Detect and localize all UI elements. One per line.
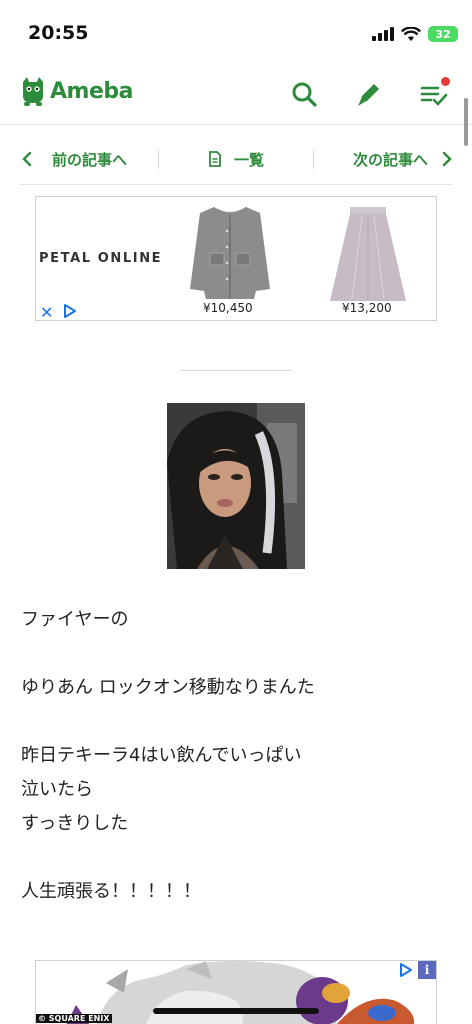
article-list-label: 一覧 <box>233 150 264 169</box>
reading-list-button[interactable] <box>420 77 450 108</box>
ameba-logo[interactable]: Ameba <box>20 76 133 106</box>
write-button[interactable] <box>355 80 383 108</box>
article-text-line: ファイヤーの <box>21 609 129 630</box>
ad-price: ¥10,450 <box>203 301 253 315</box>
pencil-icon <box>358 84 379 106</box>
home-indicator[interactable] <box>153 1008 319 1014</box>
logo-text: Ameba <box>50 78 133 104</box>
search-button[interactable] <box>290 80 318 108</box>
status-bar: 20:55 32 <box>0 0 472 64</box>
article-text-line: すっきりした <box>21 813 129 834</box>
cardigan-image[interactable] <box>184 203 276 303</box>
article-text-line: 昨日テキーラ4はい飲んでいっぱい <box>21 745 302 766</box>
content-divider <box>181 370 291 371</box>
article-list-link[interactable]: 一覧 <box>159 149 313 170</box>
notification-dot <box>441 77 450 86</box>
skirt-image[interactable] <box>326 205 410 303</box>
ad-close-icon[interactable]: ✕ <box>40 303 53 322</box>
battery-indicator: 32 <box>428 26 458 42</box>
article-photo[interactable] <box>167 403 305 569</box>
article-text-line: 泣いたら <box>21 779 93 800</box>
ad-price: ¥13,200 <box>342 301 392 315</box>
article-text-line: ゆりあん ロックオン移動なりまんた <box>21 677 315 698</box>
search-icon <box>292 82 317 107</box>
next-article-link[interactable]: 次の記事へ <box>314 149 452 170</box>
document-icon <box>209 151 221 167</box>
status-time: 20:55 <box>28 22 89 44</box>
next-article-label: 次の記事へ <box>352 150 428 169</box>
article-text-line: 人生頑張る！！！！！ <box>21 881 201 902</box>
ameba-mascot-icon <box>23 77 43 106</box>
status-icons: 32 <box>372 24 458 44</box>
wifi-icon <box>401 26 421 41</box>
signal-icon <box>372 27 394 41</box>
adchoices-icon[interactable] <box>398 962 414 978</box>
prev-article-link[interactable]: 前の記事へ <box>20 149 158 170</box>
game-ad-banner[interactable]: © SQUARE ENIX i <box>35 960 437 1024</box>
scrollbar[interactable] <box>464 98 468 146</box>
battery-level: 32 <box>435 27 451 41</box>
ad-brand: PETAL ONLINE <box>39 251 163 266</box>
chevron-left-icon <box>22 151 32 167</box>
ad-copyright: © SQUARE ENIX <box>36 1014 112 1023</box>
prev-article-label: 前の記事へ <box>52 150 128 169</box>
chevron-right-icon <box>442 151 452 167</box>
adchoices-icon[interactable] <box>62 303 78 319</box>
ad-info-icon[interactable]: i <box>418 961 436 979</box>
fashion-ad-banner[interactable]: PETAL ONLINE ¥10,450 ¥13,200 ✕ <box>35 196 437 322</box>
article-nav: 前の記事へ 一覧 次の記事へ <box>20 134 452 185</box>
app-header: Ameba <box>0 64 472 125</box>
